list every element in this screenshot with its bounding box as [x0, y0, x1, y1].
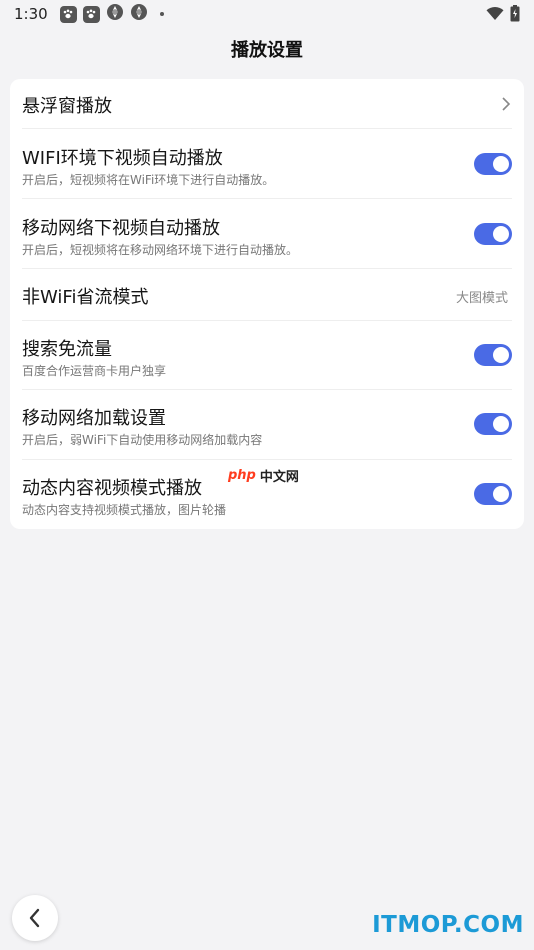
back-button[interactable] — [12, 895, 58, 941]
search-free-data-toggle[interactable] — [474, 344, 512, 366]
mobile-loading-toggle[interactable] — [474, 413, 512, 435]
settings-card: 悬浮窗播放 WIFI环境下视频自动播放 开启后，短视频将在WiFi环境下进行自动… — [10, 79, 524, 529]
mobile-autoplay-subtitle: 开启后，短视频将在移动网络环境下进行自动播放。 — [22, 243, 299, 257]
mobile-loading-subtitle: 开启后，弱WiFi下自动使用移动网络加载内容 — [22, 433, 263, 447]
mobile-autoplay-row: 移动网络下视频自动播放 开启后，短视频将在移动网络环境下进行自动播放。 — [22, 199, 512, 269]
wifi-autoplay-row: WIFI环境下视频自动播放 开启后，短视频将在WiFi环境下进行自动播放。 — [22, 129, 512, 199]
search-free-data-subtitle: 百度合作运营商卡用户独享 — [22, 364, 167, 378]
network-icon — [130, 3, 148, 25]
dynamic-video-mode-subtitle: 动态内容支持视频模式播放，图片轮播 — [22, 503, 227, 517]
non-wifi-saving-row[interactable]: 非WiFi省流模式 大图模式 — [22, 269, 512, 321]
php-cn-text: 中文网 — [259, 470, 299, 485]
wifi-autoplay-toggle[interactable] — [474, 153, 512, 175]
floating-window-title: 悬浮窗播放 — [22, 96, 112, 117]
itmop-watermark: ITMOP.COM — [372, 912, 524, 938]
network-icon — [106, 3, 124, 25]
battery-icon — [510, 5, 520, 22]
search-free-data-row: 搜索免流量 百度合作运营商卡用户独享 — [22, 321, 512, 390]
mobile-autoplay-toggle[interactable] — [474, 223, 512, 245]
status-right — [486, 5, 520, 22]
php-logo: php — [226, 468, 258, 483]
php-cn-watermark: php 中文网 — [226, 466, 299, 485]
dynamic-video-mode-toggle[interactable] — [474, 483, 512, 505]
non-wifi-saving-value: 大图模式 — [455, 291, 508, 306]
mobile-autoplay-title: 移动网络下视频自动播放 — [22, 218, 220, 239]
search-free-data-title: 搜索免流量 — [22, 339, 112, 360]
page-title: 播放设置 — [231, 40, 303, 61]
status-time: 1:30 — [14, 5, 48, 23]
baidu-paw-icon — [59, 5, 77, 23]
chevron-right-icon — [502, 97, 511, 111]
baidu-paw-icon — [82, 5, 100, 23]
wifi-autoplay-title: WIFI环境下视频自动播放 — [22, 148, 223, 169]
toggle-knob — [493, 226, 509, 242]
wifi-icon — [486, 6, 504, 20]
wifi-autoplay-subtitle: 开启后，短视频将在WiFi环境下进行自动播放。 — [22, 173, 275, 187]
mobile-loading-row: 移动网络加载设置 开启后，弱WiFi下自动使用移动网络加载内容 — [22, 390, 512, 460]
non-wifi-saving-title: 非WiFi省流模式 — [22, 287, 149, 308]
floating-window-row[interactable]: 悬浮窗播放 — [22, 79, 512, 129]
status-bar: 1:30 — [0, 0, 534, 28]
toggle-knob — [493, 156, 509, 172]
toggle-knob — [493, 347, 509, 363]
notification-dot-icon — [159, 12, 164, 16]
toggle-knob — [493, 416, 509, 432]
dynamic-video-mode-title: 动态内容视频模式播放 — [22, 478, 202, 499]
status-icons — [59, 3, 164, 25]
toggle-knob — [493, 486, 509, 502]
mobile-loading-title: 移动网络加载设置 — [22, 408, 166, 429]
chevron-left-icon — [29, 908, 40, 928]
